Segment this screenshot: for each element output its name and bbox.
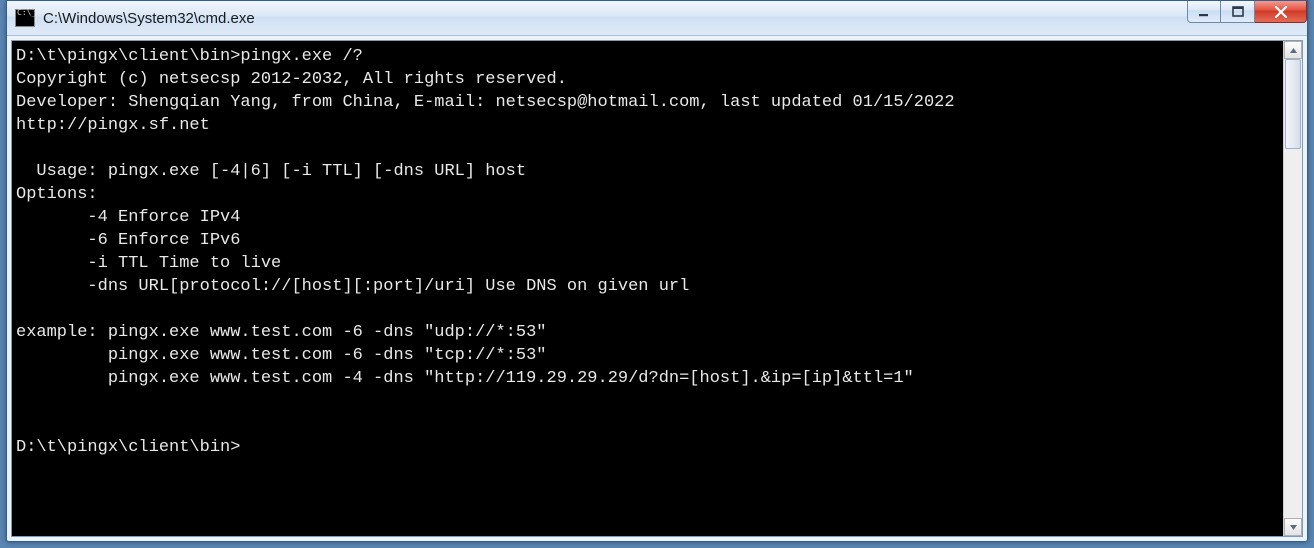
- scroll-up-button[interactable]: [1284, 41, 1302, 59]
- window-controls: [1187, 1, 1307, 25]
- window-title: C:\Windows\System32\cmd.exe: [43, 10, 255, 27]
- close-icon: [1274, 6, 1288, 18]
- close-button[interactable]: [1255, 1, 1307, 23]
- titlebar[interactable]: C:\Windows\System32\cmd.exe: [7, 1, 1307, 36]
- console-output: D:\t\pingx\client\bin>pingx.exe /? Copyr…: [12, 41, 1283, 463]
- cmd-window: C:\Windows\System32\cmd.exe D:\t: [6, 0, 1308, 542]
- console-viewport[interactable]: D:\t\pingx\client\bin>pingx.exe /? Copyr…: [12, 41, 1283, 536]
- chevron-down-icon: [1289, 523, 1298, 532]
- maximize-icon: [1232, 6, 1244, 18]
- maximize-button[interactable]: [1221, 1, 1255, 23]
- vertical-scrollbar[interactable]: [1283, 41, 1302, 536]
- chevron-up-icon: [1289, 46, 1298, 55]
- minimize-icon: [1198, 6, 1210, 18]
- client-area: D:\t\pingx\client\bin>pingx.exe /? Copyr…: [11, 40, 1303, 537]
- minimize-button[interactable]: [1187, 1, 1221, 23]
- scroll-down-button[interactable]: [1284, 518, 1302, 536]
- cmd-icon: [15, 9, 35, 27]
- scroll-thumb[interactable]: [1285, 59, 1301, 149]
- scroll-track[interactable]: [1284, 59, 1302, 518]
